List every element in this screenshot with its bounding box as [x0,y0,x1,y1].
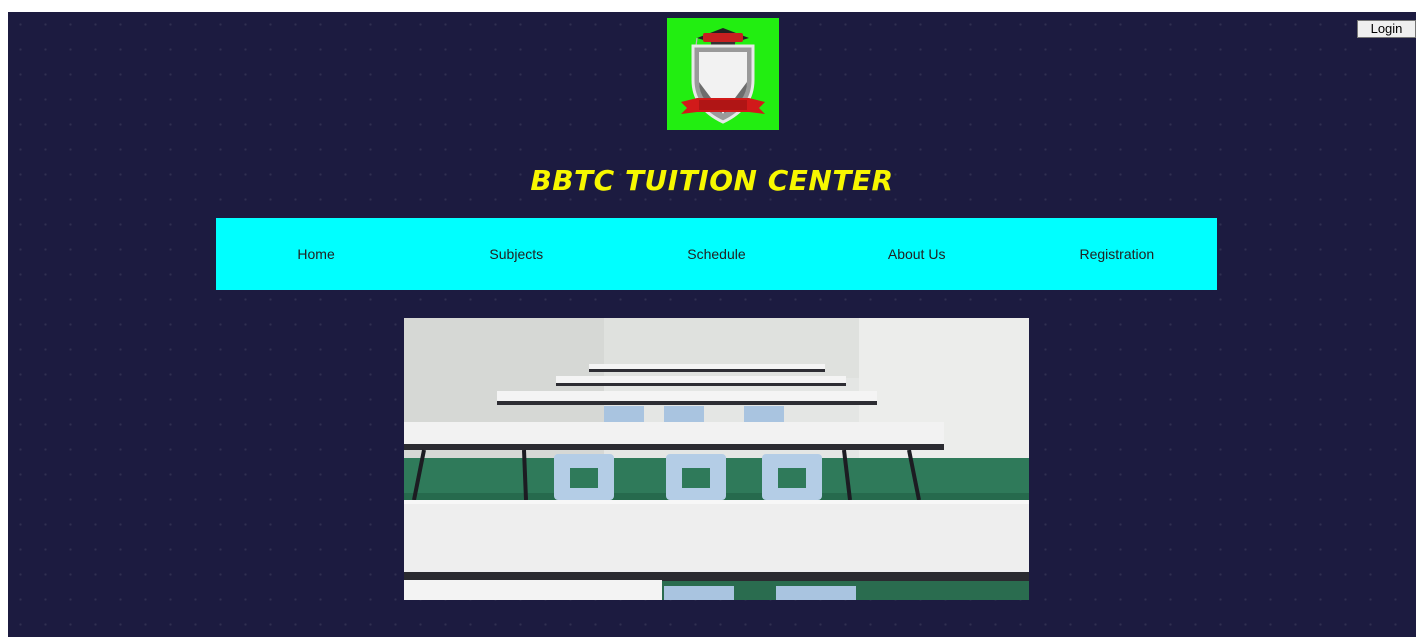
nav-home[interactable]: Home [216,246,416,262]
site-title: BBTC TUITION CENTER [530,164,894,197]
nav-subjects[interactable]: Subjects [416,246,616,262]
main-nav: Home Subjects Schedule About Us Registra… [216,218,1217,290]
classroom-photo [404,318,1029,600]
nav-schedule[interactable]: Schedule [616,246,816,262]
site-logo[interactable] [667,18,779,130]
page-background: Login BBTC TUITION CENTER Home Subjects … [8,12,1416,637]
login-button[interactable]: Login [1357,20,1416,38]
nav-registration[interactable]: Registration [1017,246,1217,262]
shield-logo-icon [681,28,765,124]
nav-about-us[interactable]: About Us [817,246,1017,262]
